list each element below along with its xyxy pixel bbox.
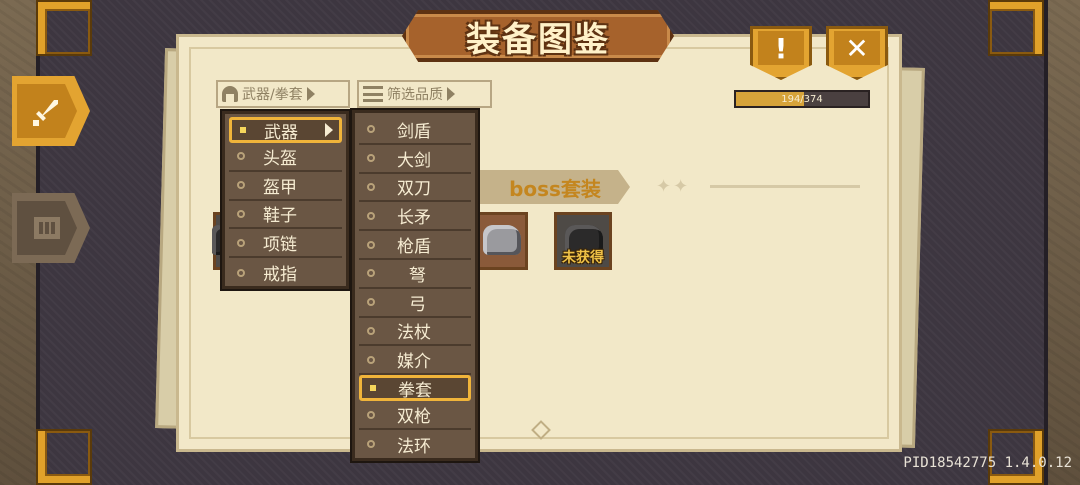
bullet-icon (367, 410, 375, 419)
subtype-option-selected[interactable]: 拳套 (359, 375, 471, 402)
version-label: PID18542775 1.4.0.12 (903, 455, 1072, 471)
subtype-option[interactable]: 法杖 (359, 318, 471, 347)
bullet-icon (237, 181, 245, 190)
bullet-icon (367, 182, 375, 191)
bullet-icon (240, 127, 246, 133)
subtype-option[interactable]: 大剑 (359, 145, 471, 174)
option-label: 法杖 (397, 323, 431, 344)
section-header: boss套装 (480, 170, 630, 204)
option-label: 双枪 (397, 407, 431, 428)
type-filter-label: 武器/拳套 (242, 87, 303, 103)
option-label: 双刀 (397, 179, 431, 200)
subtype-option[interactable]: 双刀 (359, 174, 471, 203)
option-label: 拳套 (398, 380, 432, 401)
sparkle-ornament: ✦✦ (656, 176, 691, 197)
section-title: boss套装 (509, 176, 601, 201)
option-label: 戒指 (263, 265, 297, 286)
category-option-weapon[interactable]: 武器 (229, 117, 342, 143)
chevron-right-icon (447, 87, 455, 101)
subtype-option[interactable]: 法环 (359, 430, 471, 459)
bullet-icon (367, 269, 375, 278)
option-label: 大剑 (397, 150, 431, 171)
quality-filter-button[interactable]: 筛选品质 (357, 80, 492, 108)
option-label: 武器 (264, 122, 298, 143)
category-option-ring[interactable]: 戒指 (229, 258, 342, 287)
corner-ornament-bottom-left (38, 431, 90, 483)
bars-icon (34, 217, 60, 239)
option-label: 法环 (397, 436, 431, 457)
option-label: 头盔 (263, 148, 297, 169)
item-slot[interactable] (470, 212, 528, 270)
close-icon: ✕ (845, 31, 869, 65)
progress-text: 194/374 (781, 93, 823, 105)
category-option-necklace[interactable]: 项链 (229, 229, 342, 259)
page-title: 装备图鉴 (466, 19, 610, 60)
bullet-icon (237, 268, 245, 277)
item-slot-locked[interactable]: 未获得 (554, 212, 612, 270)
tab-sets[interactable] (12, 193, 90, 263)
subtype-option[interactable]: 剑盾 (359, 116, 471, 145)
bullet-icon (367, 298, 375, 307)
exclamation-icon: ! (774, 31, 788, 65)
quality-filter-label: 筛选品质 (387, 87, 443, 103)
option-label: 长矛 (397, 208, 431, 229)
list-icon (363, 86, 383, 102)
subtype-option[interactable]: 双枪 (359, 401, 471, 430)
bullet-icon (370, 385, 376, 392)
subtype-option[interactable]: 媒介 (359, 346, 471, 376)
chevron-right-icon (306, 87, 315, 101)
option-label: 枪盾 (397, 237, 431, 258)
type-filter-button[interactable]: 武器/拳套 (216, 80, 350, 108)
option-label: 媒介 (397, 352, 431, 373)
option-label: 鞋子 (263, 206, 297, 227)
bullet-icon (367, 240, 375, 249)
bullet-icon (237, 238, 245, 247)
tab-equipment[interactable] (12, 76, 90, 146)
collection-progress-bar: 194/374 (734, 90, 870, 108)
option-label: 弩 (409, 265, 426, 286)
bullet-icon (367, 125, 375, 134)
bullet-icon (367, 154, 375, 163)
bullet-icon (367, 211, 375, 220)
ornament-line (710, 185, 860, 188)
helmet-icon (222, 86, 238, 102)
subtype-option[interactable]: 弓 (359, 289, 471, 318)
option-label: 弓 (409, 294, 426, 315)
sword-icon (33, 100, 58, 126)
locked-label: 未获得 (562, 250, 604, 266)
subtype-option[interactable]: 枪盾 (359, 231, 471, 260)
title-banner: 装备图鉴 (402, 10, 674, 62)
corner-ornament-top-left (38, 2, 90, 54)
bullet-icon (237, 209, 245, 218)
bullet-icon (367, 440, 375, 449)
category-dropdown: 武器 头盔 盔甲 鞋子 项链 戒指 (222, 111, 349, 289)
bullet-icon (367, 326, 375, 335)
category-option-armor[interactable]: 盔甲 (229, 172, 342, 201)
chevron-right-icon (325, 123, 333, 137)
category-option-shoes[interactable]: 鞋子 (229, 201, 342, 230)
category-option-helmet[interactable]: 头盔 (229, 143, 342, 172)
bullet-icon (237, 152, 245, 161)
option-label: 盔甲 (263, 177, 297, 198)
option-label: 项链 (263, 235, 297, 256)
subtype-option[interactable]: 弩 (359, 260, 471, 289)
subtype-option[interactable]: 长矛 (359, 202, 471, 232)
gauntlet-icon (483, 225, 521, 255)
bullet-icon (367, 355, 375, 364)
weapon-subtype-dropdown: 剑盾 大剑 双刀 长矛 枪盾 弩 弓 法杖 媒介 拳套 双枪 法环 (352, 110, 478, 461)
corner-ornament-top-right (990, 2, 1042, 54)
option-label: 剑盾 (397, 121, 431, 142)
